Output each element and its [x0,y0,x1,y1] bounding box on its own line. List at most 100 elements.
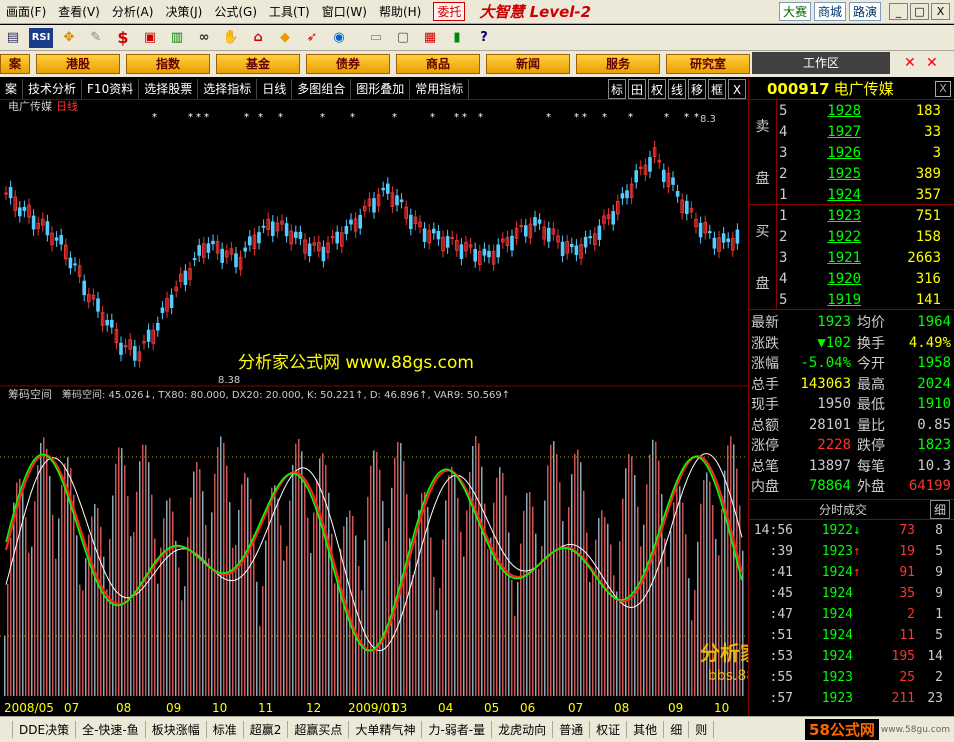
func-item-2[interactable]: F10资料 [82,78,140,99]
trade-row[interactable]: :57 1923 211 23 [749,688,954,709]
minimize-button[interactable]: _ [889,3,908,20]
bottom-tab-13[interactable]: 细 [664,721,690,738]
books-icon[interactable]: ▮ [446,28,468,48]
weituo-button[interactable]: 委托 [433,2,466,21]
layout-icon[interactable]: ▣ [139,28,161,48]
roadshow-button[interactable]: 路演 [848,2,881,21]
menu-item-4[interactable]: 公式(G) [208,3,263,20]
menu-item-3[interactable]: 决策(J) [159,3,208,20]
buy-row[interactable]: 4 1920 316 [779,268,949,289]
bottom-tab-9[interactable]: 龙虎动向 [492,721,554,738]
func-item-6[interactable]: 多图组合 [292,78,352,99]
func-box-2[interactable]: 权 [648,78,666,99]
func-item-4[interactable]: 选择指标 [198,78,258,99]
nav-button-5[interactable]: 商品 [396,54,480,74]
sell-row[interactable]: 4 1927 33 [779,121,949,142]
menu-item-6[interactable]: 窗口(W) [316,3,373,20]
menu-item-2[interactable]: 分析(A) [106,3,160,20]
indicator-bar [640,546,642,696]
buy-row[interactable]: 1 1923 751 [779,205,949,226]
ruler-icon[interactable]: ✎ [85,28,107,48]
mall-button[interactable]: 商城 [813,2,846,21]
hand-icon[interactable]: ✋ [220,28,242,48]
bottom-tab-0[interactable] [0,721,13,738]
menu-item-0[interactable]: 画面(F) [0,3,52,20]
rocket-icon[interactable]: ➶ [301,28,323,48]
func-box-5[interactable]: 框 [708,78,726,99]
note-icon[interactable]: ▭ [365,28,387,48]
sell-row[interactable]: 3 1926 3 [779,142,949,163]
print-icon[interactable]: ▤ [2,28,24,48]
nav-button-8[interactable]: 研究室 [666,54,750,74]
workarea-tab[interactable]: 工作区 [752,52,890,74]
money-icon[interactable]: $ [112,28,134,48]
func-box-1[interactable]: 田 [628,78,646,99]
func-item-8[interactable]: 常用指标 [410,78,470,99]
trade-row[interactable]: :39 1923 ↑ 19 5 [749,541,954,562]
rsi-icon[interactable]: RSI [29,27,53,48]
trades-detail-tab[interactable]: 细 [929,499,950,519]
bottom-tab-5[interactable]: 超赢2 [244,721,289,738]
contest-button[interactable]: 大赛 [778,2,811,21]
sell-row[interactable]: 1 1924 357 [779,184,949,205]
diamond-icon[interactable]: ◆ [274,28,296,48]
window-icon[interactable]: ▢ [392,28,414,48]
nav-button-6[interactable]: 新闻 [486,54,570,74]
bottom-tab-12[interactable]: 其他 [627,721,665,738]
bottom-tab-11[interactable]: 权证 [590,721,628,738]
bottom-tab-1[interactable]: DDE决策 [13,721,77,738]
buy-row[interactable]: 2 1922 158 [779,226,949,247]
buy-row[interactable]: 3 1921 2663 [779,247,949,268]
func-item-0[interactable]: 案 [0,78,24,99]
chart-canvas[interactable]: 电广传媒 日线 8.3 8.38 分析家公式网 www.88gs.com 筹码空… [0,99,806,716]
bottom-tab-2[interactable]: 全-快速-鱼 [76,721,146,738]
nav-button-1[interactable]: 港股 [36,54,120,74]
func-item-7[interactable]: 图形叠加 [351,78,411,99]
func-item-1[interactable]: 技术分析 [23,78,83,99]
trade-row[interactable]: :55 1923 25 2 [749,667,954,688]
trade-row[interactable]: :47 1924 2 1 [749,604,954,625]
workarea-close-icon-2[interactable]: ✕ [926,55,938,71]
maximize-button[interactable]: □ [910,3,929,20]
nav-button-3[interactable]: 基金 [216,54,300,74]
nav-button-2[interactable]: 指数 [126,54,210,74]
sell-row[interactable]: 2 1925 389 [779,163,949,184]
help-icon[interactable]: ? [473,28,495,48]
trade-row[interactable]: :51 1924 11 5 [749,625,954,646]
nav-button-7[interactable]: 服务 [576,54,660,74]
workarea-close-icon[interactable]: ✕ [904,55,916,71]
stack-icon[interactable]: ▦ [419,28,441,48]
nav-button-4[interactable]: 债券 [306,54,390,74]
func-box-4[interactable]: 移 [688,78,706,99]
bottom-tab-10[interactable]: 普通 [553,721,591,738]
nav-button-0[interactable]: 案 [0,54,30,74]
bottom-tab-3[interactable]: 板块涨幅 [146,721,207,738]
trade-row[interactable]: :45 1924 35 9 [749,583,954,604]
bottom-tab-7[interactable]: 大单精气神 [349,721,423,738]
globe-icon[interactable]: ◉ [328,28,350,48]
trade-row[interactable]: 14:56 1922 ↓ 73 8 [749,520,954,541]
bottom-tab-14[interactable]: 则 [689,721,715,738]
menu-item-5[interactable]: 工具(T) [263,3,316,20]
menu-item-7[interactable]: 帮助(H) [373,3,427,20]
bottom-tab-6[interactable]: 超赢买点 [288,721,350,738]
trade-row[interactable]: :41 1924 ↑ 91 9 [749,562,954,583]
quote-close-icon[interactable]: X [935,80,951,97]
binoculars-icon[interactable]: ∞ [193,28,215,48]
trade-row[interactable]: :53 1924 195 14 [749,646,954,667]
close-button[interactable]: X [931,3,950,20]
menu-item-1[interactable]: 查看(V) [52,3,106,20]
bottom-tab-8[interactable]: 力-弱者-量 [422,721,493,738]
bottom-tab-4[interactable]: 标准 [207,721,244,738]
pointer-icon[interactable]: ✥ [58,28,80,48]
func-item-5[interactable]: 日线 [257,78,293,99]
func-item-3[interactable]: 选择股票 [139,78,199,99]
bars-icon[interactable]: ▥ [166,28,188,48]
func-box-6[interactable]: X [728,78,746,99]
home-icon[interactable]: ⌂ [247,28,269,48]
sell-row[interactable]: 5 1928 183 [779,100,949,121]
kline-chart[interactable]: 电广传媒 日线 8.3 8.38 分析家公式网 www.88gs.com 筹码空… [0,99,806,716]
func-box-3[interactable]: 线 [668,78,686,99]
func-box-0[interactable]: 标 [608,78,626,99]
buy-row[interactable]: 5 1919 141 [779,289,949,310]
